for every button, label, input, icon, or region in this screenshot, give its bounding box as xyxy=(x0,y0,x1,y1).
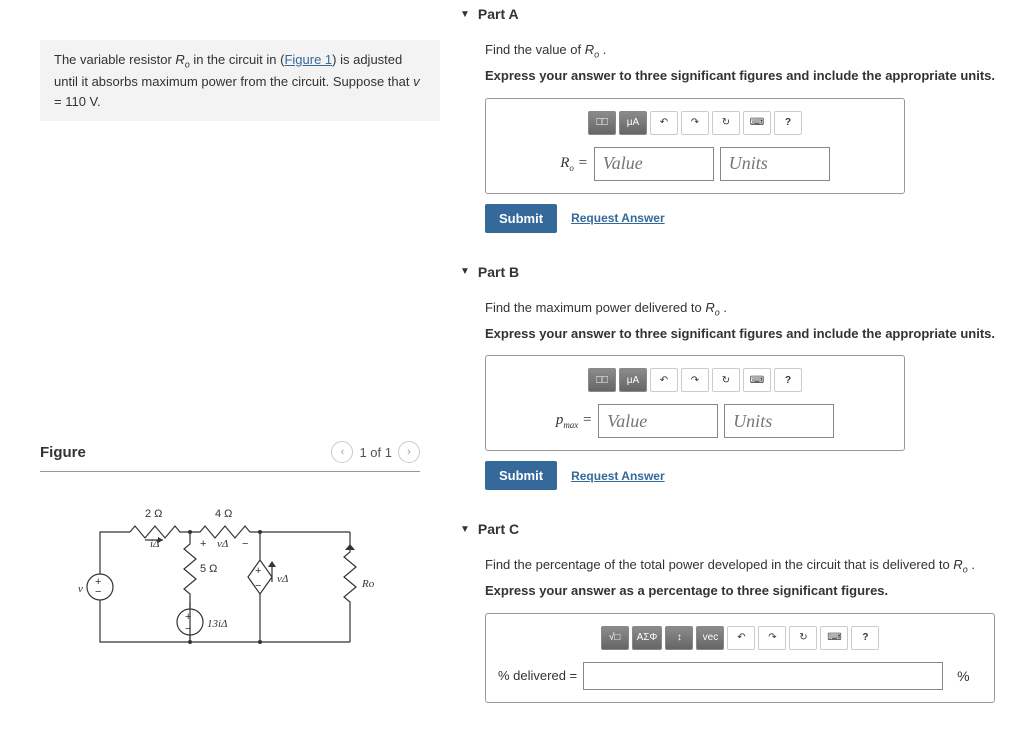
problem-panel: The variable resistor Ro in the circuit … xyxy=(0,0,460,728)
svg-text:2 Ω: 2 Ω xyxy=(145,508,162,520)
help-button[interactable]: ? xyxy=(851,626,879,650)
collapse-icon: ▼ xyxy=(460,266,470,277)
part-b-submit-button[interactable]: Submit xyxy=(485,461,557,490)
redo-button[interactable]: ↷ xyxy=(758,626,786,650)
part-a-toolbar: ⎕⎕ μA ↶ ↷ ↻ ⌨ ? xyxy=(498,111,892,135)
part-a-header[interactable]: ▼ Part A xyxy=(460,0,1004,28)
part-c-lhs: % delivered = xyxy=(498,668,577,683)
text: The variable resistor xyxy=(54,52,175,67)
units-button[interactable]: μA xyxy=(619,111,647,135)
part-c-instruction: Find the percentage of the total power d… xyxy=(485,555,1004,577)
collapse-icon: ▼ xyxy=(460,524,470,535)
part-c: ▼ Part C Find the percentage of the tota… xyxy=(460,515,1004,703)
svg-text:−: − xyxy=(95,586,101,598)
part-a-units-input[interactable] xyxy=(720,147,830,181)
part-c-hint: Express your answer as a percentage to t… xyxy=(485,581,1004,601)
part-b-value-input[interactable] xyxy=(598,404,718,438)
figure-prev-button[interactable]: ‹ xyxy=(331,441,353,463)
part-b-request-answer-link[interactable]: Request Answer xyxy=(571,469,665,483)
part-c-header[interactable]: ▼ Part C xyxy=(460,515,1004,543)
undo-button[interactable]: ↶ xyxy=(727,626,755,650)
answer-panel: ▼ Part A Find the value of Ro . Express … xyxy=(460,0,1024,728)
greek-button[interactable]: ΑΣΦ xyxy=(632,626,663,650)
part-a-hint: Express your answer to three significant… xyxy=(485,66,1004,86)
help-button[interactable]: ? xyxy=(774,111,802,135)
part-c-toolbar: √□ ΑΣΦ ↕ vec ↶ ↷ ↻ ⌨ ? xyxy=(498,626,982,650)
svg-text:−: − xyxy=(255,580,261,592)
part-a: ▼ Part A Find the value of Ro . Express … xyxy=(460,0,1004,233)
figure-section: Figure ‹ 1 of 1 › .w{stroke:#333;stroke-… xyxy=(20,441,440,652)
svg-text:vΔ: vΔ xyxy=(277,573,288,585)
template-button[interactable]: ⎕⎕ xyxy=(588,111,616,135)
help-button[interactable]: ? xyxy=(774,368,802,392)
redo-button[interactable]: ↷ xyxy=(681,111,709,135)
part-c-unit: % xyxy=(957,668,969,684)
svg-text:vΔ: vΔ xyxy=(217,538,228,550)
undo-button[interactable]: ↶ xyxy=(650,368,678,392)
part-c-value-input[interactable] xyxy=(583,662,943,690)
units-button[interactable]: μA xyxy=(619,368,647,392)
figure-link[interactable]: Figure 1 xyxy=(284,52,332,67)
reset-button[interactable]: ↻ xyxy=(712,368,740,392)
svg-text:−: − xyxy=(185,623,191,635)
part-b-units-input[interactable] xyxy=(724,404,834,438)
figure-title: Figure xyxy=(40,444,86,461)
circuit-diagram: .w{stroke:#333;stroke-width:1.2;fill:non… xyxy=(70,492,390,652)
part-a-request-answer-link[interactable]: Request Answer xyxy=(571,211,665,225)
svg-text:13iΔ: 13iΔ xyxy=(207,618,228,630)
problem-statement: The variable resistor Ro in the circuit … xyxy=(40,40,440,121)
reset-button[interactable]: ↻ xyxy=(712,111,740,135)
template-button[interactable]: ⎕⎕ xyxy=(588,368,616,392)
svg-text:v: v xyxy=(78,583,83,595)
figure-next-button[interactable]: › xyxy=(398,441,420,463)
keyboard-button[interactable]: ⌨ xyxy=(743,368,771,392)
part-a-answer-box: ⎕⎕ μA ↶ ↷ ↻ ⌨ ? Ro = xyxy=(485,98,905,194)
part-b-instruction: Find the maximum power delivered to Ro . xyxy=(485,298,1004,320)
figure-pager: ‹ 1 of 1 › xyxy=(331,441,420,463)
part-b-hint: Express your answer to three significant… xyxy=(485,324,1004,344)
subsup-button[interactable]: ↕ xyxy=(665,626,693,650)
svg-text:Ro: Ro xyxy=(361,578,375,590)
part-b-toolbar: ⎕⎕ μA ↶ ↷ ↻ ⌨ ? xyxy=(498,368,892,392)
part-b-answer-box: ⎕⎕ μA ↶ ↷ ↻ ⌨ ? pmax = xyxy=(485,355,905,451)
vec-button[interactable]: vec xyxy=(696,626,724,650)
sqrt-button[interactable]: √□ xyxy=(601,626,629,650)
svg-text:4 Ω: 4 Ω xyxy=(215,508,232,520)
figure-pager-text: 1 of 1 xyxy=(359,445,392,460)
undo-button[interactable]: ↶ xyxy=(650,111,678,135)
part-a-title: Part A xyxy=(478,6,519,22)
part-b-title: Part B xyxy=(478,264,519,280)
keyboard-button[interactable]: ⌨ xyxy=(743,111,771,135)
part-b: ▼ Part B Find the maximum power delivere… xyxy=(460,258,1004,491)
collapse-icon: ▼ xyxy=(460,9,470,20)
svg-text:−: − xyxy=(242,538,248,550)
svg-text:+: + xyxy=(255,565,261,577)
reset-button[interactable]: ↻ xyxy=(789,626,817,650)
svg-text:5 Ω: 5 Ω xyxy=(200,563,217,575)
part-a-instruction: Find the value of Ro . xyxy=(485,40,1004,62)
svg-text:+: + xyxy=(185,611,191,623)
part-b-header[interactable]: ▼ Part B xyxy=(460,258,1004,286)
part-b-lhs: pmax = xyxy=(556,412,592,430)
part-a-lhs: Ro = xyxy=(560,155,588,173)
svg-text:+: + xyxy=(200,538,206,550)
keyboard-button[interactable]: ⌨ xyxy=(820,626,848,650)
redo-button[interactable]: ↷ xyxy=(681,368,709,392)
part-c-answer-box: √□ ΑΣΦ ↕ vec ↶ ↷ ↻ ⌨ ? % delivered = % xyxy=(485,613,995,703)
part-a-value-input[interactable] xyxy=(594,147,714,181)
part-c-title: Part C xyxy=(478,521,519,537)
part-a-submit-button[interactable]: Submit xyxy=(485,204,557,233)
